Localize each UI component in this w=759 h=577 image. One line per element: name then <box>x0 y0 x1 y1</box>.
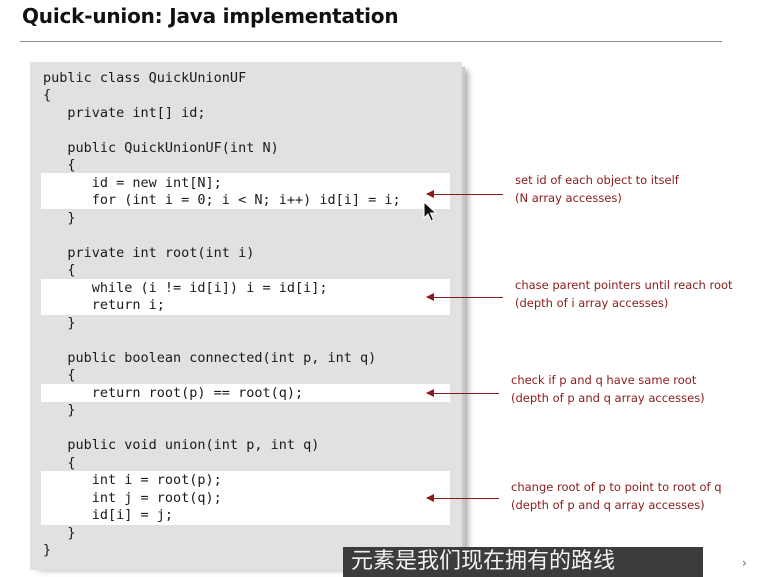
video-subtitle: 元素是我们现在拥有的路线 <box>343 547 703 577</box>
slide-title: Quick-union: Java implementation <box>22 4 399 28</box>
code-line: public class QuickUnionUF <box>43 70 247 86</box>
code-line: int j = root(q); <box>43 490 222 506</box>
code-line: } <box>43 315 76 331</box>
code-line: } <box>43 210 76 226</box>
annotation-union-title: change root of p to point to root of q <box>511 480 722 494</box>
code-line: int i = root(p); <box>43 472 222 488</box>
mouse-pointer-icon <box>423 201 437 222</box>
code-line: { <box>43 455 76 471</box>
code-line: while (i != id[i]) i = id[i]; <box>43 280 328 296</box>
annotation-connected-title: check if p and q have same root <box>511 373 697 387</box>
code-line: { <box>43 367 76 383</box>
code-line: private int root(int i) <box>43 245 255 261</box>
annotation-arrow <box>426 190 503 198</box>
code-line: { <box>43 157 76 173</box>
code-line: return i; <box>43 297 165 313</box>
code-line: for (int i = 0; i < N; i++) id[i] = i; <box>43 192 401 208</box>
code-line: id[i] = j; <box>43 507 174 523</box>
code-line: public QuickUnionUF(int N) <box>43 140 279 156</box>
code-line: public void union(int p, int q) <box>43 437 320 453</box>
code-line: public boolean connected(int p, int q) <box>43 350 377 366</box>
annotation-root-cost: (depth of i array accesses) <box>515 296 669 310</box>
code-line: { <box>43 262 76 278</box>
annotation-arrow <box>426 389 499 397</box>
annotation-init-title: set id of each object to itself <box>515 173 679 187</box>
code-line: return root(p) == root(q); <box>43 385 304 401</box>
code-line: } <box>43 402 76 418</box>
annotation-arrow <box>426 293 503 301</box>
code-line: } <box>43 525 76 541</box>
annotation-union-cost: (depth of p and q array accesses) <box>511 498 705 512</box>
chevron-right-icon[interactable]: › <box>742 556 747 570</box>
title-divider <box>20 41 722 42</box>
code-line: { <box>43 87 52 103</box>
annotation-arrow <box>426 494 499 502</box>
code-line: } <box>43 542 52 558</box>
code-line: private int[] id; <box>43 105 206 121</box>
annotation-root-title: chase parent pointers until reach root <box>515 278 733 292</box>
annotation-connected-cost: (depth of p and q array accesses) <box>511 391 705 405</box>
code-line: id = new int[N]; <box>43 175 222 191</box>
annotation-init-cost: (N array accesses) <box>515 191 622 205</box>
